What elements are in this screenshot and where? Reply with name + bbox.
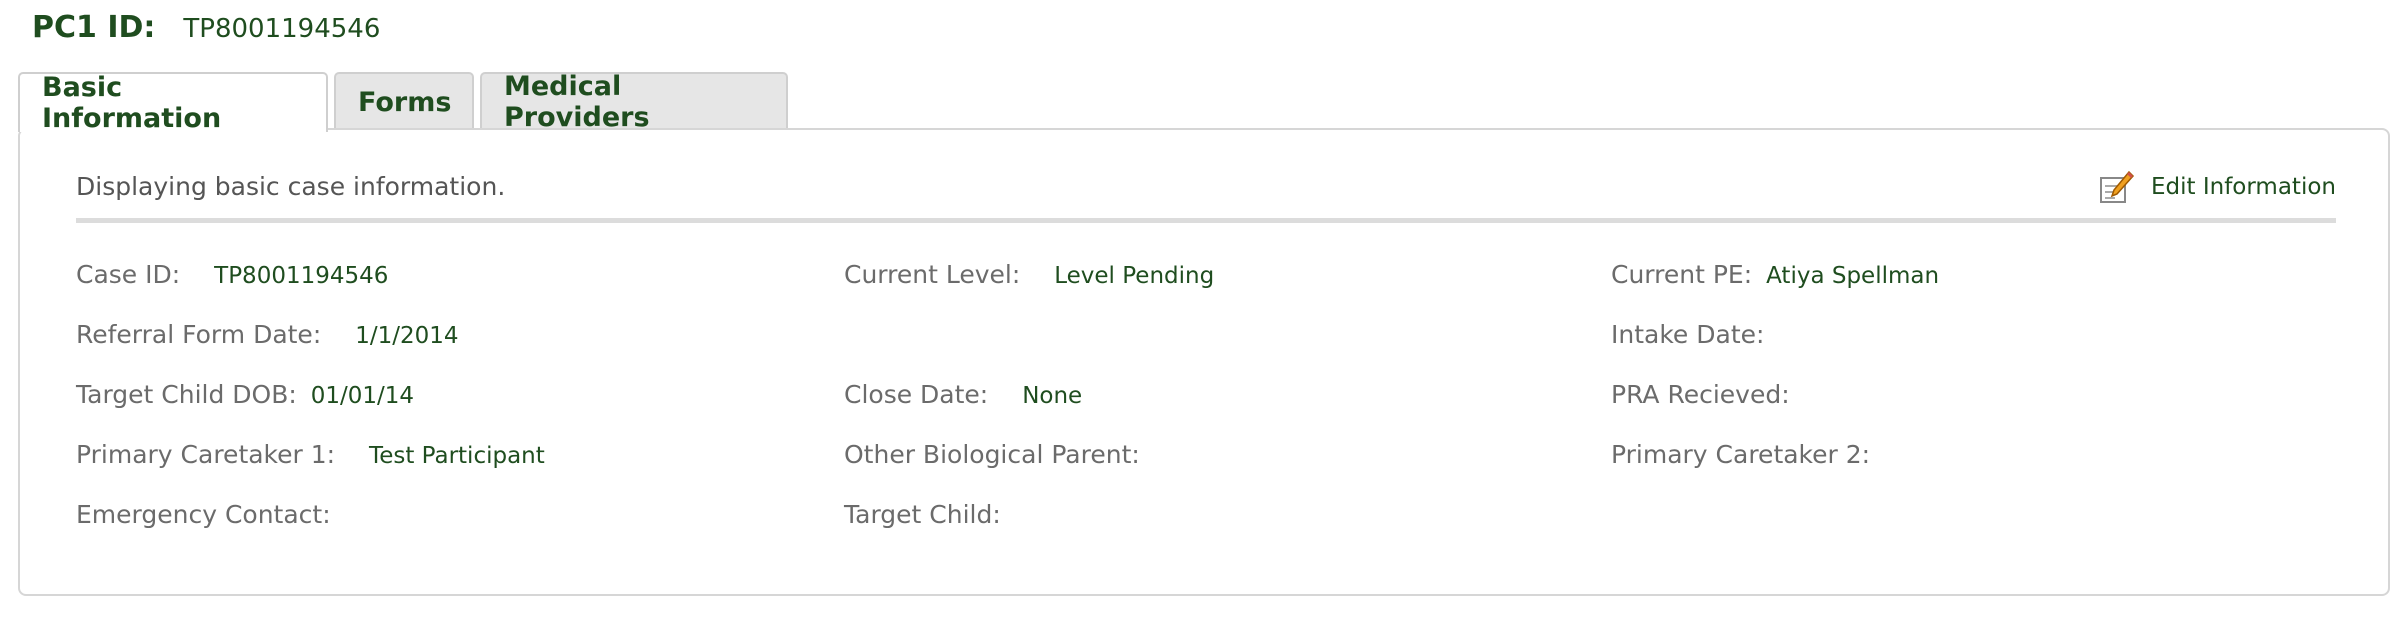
field-target-child-dob: Target Child DOB: 01/01/14 xyxy=(76,380,414,409)
field-pra-received: PRA Recieved: xyxy=(1611,380,1790,409)
referral-form-date-value: 1/1/2014 xyxy=(355,323,459,349)
panel-header: Displaying basic case information. Edit … xyxy=(76,168,2336,223)
primary-caretaker-2-label: Primary Caretaker 2: xyxy=(1611,440,1871,469)
emergency-contact-label: Emergency Contact: xyxy=(76,500,331,529)
close-date-value: None xyxy=(1022,383,1083,409)
referral-form-date-label: Referral Form Date: xyxy=(76,320,322,349)
pra-received-label: PRA Recieved: xyxy=(1611,380,1790,409)
panel-description: Displaying basic case information. xyxy=(76,172,506,201)
field-intake-date: Intake Date: xyxy=(1611,320,1764,349)
edit-information-label: Edit Information xyxy=(2151,174,2336,200)
field-emergency-contact: Emergency Contact: xyxy=(76,500,331,529)
pc1-id-header: PC1 ID: TP8001194546 xyxy=(32,10,380,50)
field-referral-form-date: Referral Form Date: 1/1/2014 xyxy=(76,320,459,349)
primary-caretaker-1-value: Test Participant xyxy=(369,443,545,469)
field-other-biological-parent: Other Biological Parent: xyxy=(844,440,1140,469)
field-close-date: Close Date: None xyxy=(844,380,1082,409)
pc1-id-value: TP8001194546 xyxy=(183,14,381,44)
target-child-dob-label: Target Child DOB: xyxy=(76,380,297,409)
field-case-id: Case ID: TP8001194546 xyxy=(76,260,388,289)
edit-pencil-icon xyxy=(2100,170,2135,203)
tab-forms[interactable]: Forms xyxy=(334,72,474,130)
intake-date-label: Intake Date: xyxy=(1611,320,1765,349)
target-child-dob-value: 01/01/14 xyxy=(310,383,415,409)
field-primary-caretaker-2: Primary Caretaker 2: xyxy=(1611,440,1870,469)
edit-information-button[interactable]: Edit Information xyxy=(2099,170,2336,204)
basic-information-panel: Displaying basic case information. Edit … xyxy=(18,128,2390,596)
other-biological-parent-label: Other Biological Parent: xyxy=(844,440,1140,469)
case-page: PC1 ID: TP8001194546 Basic Information F… xyxy=(0,0,2404,632)
tab-medical-providers[interactable]: Medical Providers xyxy=(480,71,788,133)
tab-bar: Basic Information Forms Medical Provider… xyxy=(18,71,794,134)
case-id-value: TP8001194546 xyxy=(214,263,389,289)
field-target-child: Target Child: xyxy=(844,500,1001,529)
field-primary-caretaker-1: Primary Caretaker 1: Test Participant xyxy=(76,440,545,469)
case-id-label: Case ID: xyxy=(76,260,181,289)
current-level-value: Level Pending xyxy=(1054,263,1215,289)
tab-basic-information[interactable]: Basic Information xyxy=(18,72,328,134)
current-pe-value: Atiya Spellman xyxy=(1766,263,1940,289)
close-date-label: Close Date: xyxy=(844,380,989,409)
field-current-pe: Current PE: Atiya Spellman xyxy=(1611,260,1939,289)
current-level-label: Current Level: xyxy=(844,260,1021,289)
current-pe-label: Current PE: xyxy=(1611,260,1753,289)
target-child-label: Target Child: xyxy=(844,500,1001,529)
field-current-level: Current Level: Level Pending xyxy=(844,260,1214,289)
pc1-id-label: PC1 ID: xyxy=(32,10,156,45)
primary-caretaker-1-label: Primary Caretaker 1: xyxy=(76,440,336,469)
